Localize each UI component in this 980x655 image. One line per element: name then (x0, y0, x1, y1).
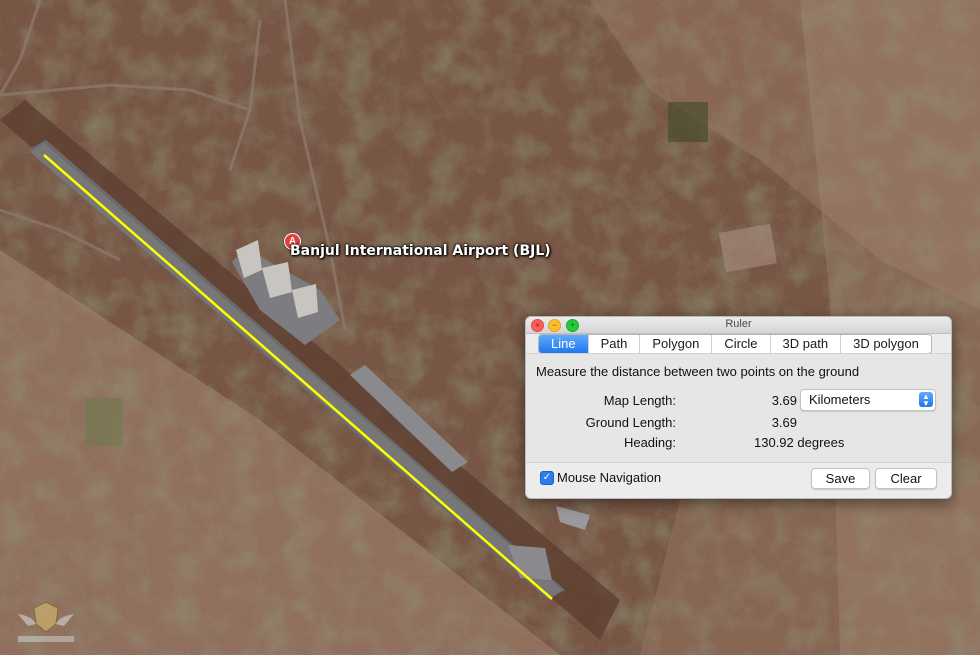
field (85, 398, 123, 446)
map-length-value: 3.69 (771, 393, 797, 408)
ruler-tabs: Line Path Polygon Circle 3D path 3D polygon (538, 334, 932, 354)
unit-select[interactable]: Kilometers ▲ ▼ (800, 389, 936, 411)
tab-3d-path[interactable]: 3D path (771, 335, 842, 353)
clear-button[interactable]: Clear (875, 468, 937, 489)
watermark-logo-icon (18, 601, 74, 642)
tab-line[interactable]: Line (539, 335, 589, 353)
heading-label: Heading: (623, 435, 676, 450)
window-title: Ruler (725, 318, 752, 330)
tab-3d-polygon[interactable]: 3D polygon (841, 335, 931, 353)
ground-length-label: Ground Length: (585, 415, 676, 430)
save-button[interactable]: Save (811, 468, 870, 489)
tab-circle[interactable]: Circle (712, 335, 771, 353)
field (668, 102, 708, 142)
map-length-label: Map Length: (603, 393, 676, 408)
ground-length-value: 3.69 (771, 415, 797, 430)
ruler-description: Measure the distance between two points … (536, 364, 860, 379)
unit-select-value: Kilometers (809, 392, 871, 407)
ruler-titlebar[interactable]: × − + Ruler (526, 317, 951, 334)
chevron-updown-icon: ▲ ▼ (919, 392, 933, 408)
heading-value: 130.92 degrees (754, 435, 845, 450)
tab-polygon[interactable]: Polygon (640, 335, 713, 353)
mouse-navigation-checkbox[interactable]: ✓ (540, 471, 554, 485)
ruler-content: Measure the distance between two points … (526, 353, 951, 463)
mouse-navigation-label[interactable]: Mouse Navigation (557, 470, 661, 485)
place-label[interactable]: Banjul International Airport (BJL) (290, 243, 551, 259)
tab-path[interactable]: Path (589, 335, 641, 353)
ruler-window[interactable]: × − + Ruler Line Path Polygon Circle 3D path… (525, 316, 952, 499)
